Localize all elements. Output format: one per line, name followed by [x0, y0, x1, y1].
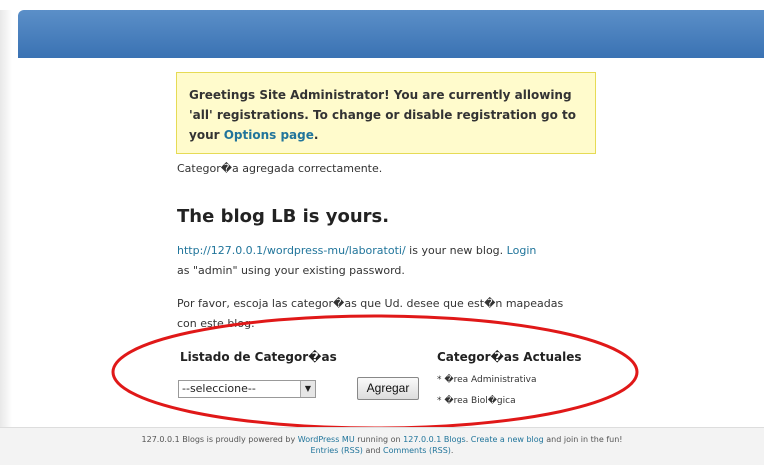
chevron-down-icon[interactable]: ▼ — [300, 381, 315, 397]
footer-text: running on — [354, 435, 404, 444]
comments-rss-link[interactable]: Comments (RSS) — [383, 446, 451, 455]
create-blog-link[interactable]: Create a new blog — [471, 435, 544, 444]
options-page-link[interactable]: Options page — [224, 128, 314, 142]
footer-text: 127.0.0.1 Blogs is proudly powered by — [141, 435, 298, 444]
notice-text-end: . — [313, 128, 319, 142]
current-categories-label: Categor�as Actuales — [437, 350, 582, 364]
current-category-item: * �rea Biol�gica — [437, 396, 516, 406]
wordpress-mu-link[interactable]: WordPress MU — [298, 435, 355, 444]
current-category-label: �rea Biol�gica — [444, 396, 516, 406]
blog-info: http://127.0.0.1/wordpress-mu/laboratoti… — [177, 241, 597, 281]
admin-notice: Greetings Site Administrator! You are cu… — [176, 72, 596, 154]
success-message: Categor�a agregada correctamente. — [177, 162, 383, 175]
top-strip — [0, 0, 764, 10]
agregar-button[interactable]: Agregar — [357, 377, 419, 400]
category-list-label: Listado de Categor�as — [180, 350, 337, 364]
blog-title: The blog LB is yours. — [177, 206, 390, 227]
current-category-label: �rea Administrativa — [444, 375, 537, 385]
footer: 127.0.0.1 Blogs is proudly powered by Wo… — [0, 427, 764, 465]
blog-url-link[interactable]: http://127.0.0.1/wordpress-mu/laboratoti… — [177, 244, 406, 257]
category-select[interactable]: --seleccione-- ▼ — [178, 380, 316, 398]
blog-info-text-after: as "admin" using your existing password. — [177, 264, 405, 277]
page: Greetings Site Administrator! You are cu… — [0, 0, 764, 465]
entries-rss-link[interactable]: Entries (RSS) — [311, 446, 363, 455]
header-bar — [18, 10, 764, 58]
site-link[interactable]: 127.0.0.1 Blogs — [403, 435, 466, 444]
category-select-value: --seleccione-- — [182, 382, 256, 395]
blog-info-text: is your new blog. — [405, 244, 507, 257]
current-category-item: * �rea Administrativa — [437, 375, 537, 385]
login-link[interactable]: Login — [507, 244, 537, 257]
footer-text: and join in the fun! — [543, 435, 623, 444]
footer-text: . — [450, 446, 454, 455]
footer-text: and — [362, 446, 384, 455]
category-prompt: Por favor, escoja las categor�as que Ud.… — [177, 297, 564, 330]
content-area: Greetings Site Administrator! You are cu… — [0, 58, 764, 428]
